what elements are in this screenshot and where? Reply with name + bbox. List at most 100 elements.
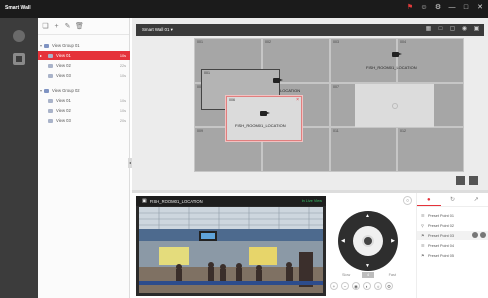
window-controls: ⚑ ☺ ⚙ — □ ✕ [406,4,484,12]
arrow-down-icon[interactable]: ▼ [365,263,370,269]
tab-preset[interactable]: ● [417,193,441,206]
clear-icon[interactable]: ▣ [473,26,480,33]
ptz-speed-control[interactable]: Slow 4 Fast [342,272,396,280]
maximize-icon[interactable]: □ [462,4,470,12]
preset-item[interactable]: ☰ Preset Point 04 [417,241,488,250]
tree-row-label: View 03 [56,73,71,78]
preset-item[interactable]: ☰ Preset Point 01 [417,211,488,220]
delete-icon[interactable]: 🗑 [75,23,84,30]
tree-view-row[interactable]: View 03 20s [38,116,130,125]
smart-wall-icon[interactable] [13,53,25,65]
screen-layout-icon[interactable]: ▦ [425,26,432,33]
preset-label: Preset Point 02 [428,223,454,228]
focus-icon[interactable]: ◉ [352,282,360,290]
arrow-right-icon[interactable]: ▶ [391,238,395,244]
iris-icon[interactable]: ◐ [363,282,371,290]
tree-row-meta: 10s [119,108,126,113]
ptz-direction-wheel[interactable]: ▲ ▼ ◀ ▶ [338,211,398,271]
set-preset-icon[interactable] [480,232,486,238]
live-view-icon[interactable] [13,30,25,42]
wall-window-active[interactable]: 006 × FISH_ROOM01_LOCATION [226,96,302,141]
zoom-in-icon[interactable]: + [330,282,338,290]
tree-row-label: View Group 01 [52,43,80,48]
zoom-out-icon[interactable]: − [341,282,349,290]
window-label: FISH_ROOM01_LOCATION [366,65,417,70]
preset-item[interactable]: ⚑ Preset Point 03 [417,231,488,240]
grid-layout-icon[interactable] [456,176,465,185]
tree-view-row[interactable]: ▸ View 01 10s [38,51,130,60]
view-icon [48,118,53,123]
folder-icon [44,43,49,48]
arrow-left-icon[interactable]: ◀ [341,238,345,244]
minimize-icon[interactable]: — [448,4,456,12]
preset-item[interactable]: ⚑ Preset Point 05 [417,251,488,260]
lock-icon[interactable]: ◉ [461,26,468,33]
speed-value: 4 [362,272,374,278]
tree-view-row[interactable]: View 01 10s [38,96,130,105]
fullscreen-icon[interactable] [469,176,478,185]
wiper-icon[interactable]: ⚙ [385,282,393,290]
wall-window-selected[interactable] [355,84,434,127]
play-icon: ▸ [39,53,42,58]
wall-window[interactable]: FISH_ROOM01_LOCATION [344,40,462,84]
tree-view-row[interactable]: View 02 22s [38,61,130,70]
preset-actions [472,232,486,238]
lock-icon[interactable]: ○ [403,196,412,205]
tree-row-label: View 01 [56,98,71,103]
wall-name-dropdown[interactable]: Smart Wall 01 ▾ [142,27,173,33]
window-number: 006 [229,98,235,102]
camera-icon [260,111,270,116]
preset-label: Preset Point 01 [428,213,454,218]
view-icon [48,53,53,58]
window-label: FISH_ROOM01_LOCATION [235,123,286,128]
user-icon[interactable]: ☺ [420,4,428,12]
close-icon[interactable]: × [296,97,299,103]
station-scene [139,207,323,293]
preset-icon: ☰ [421,242,425,248]
window-number: 001 [204,71,210,75]
camera-icon [392,52,402,57]
video-camera-icon: ▣ [142,198,147,204]
edit-icon[interactable]: ✎ [64,23,71,30]
app-title: Smart Wall [5,5,31,11]
folder-add-icon[interactable]: ❏ [42,23,49,30]
speed-max-label: Fast [388,273,396,277]
live-status: In Live View [301,199,322,203]
tab-patrol[interactable]: ↻ [441,193,465,206]
wall-screen[interactable]: 011 [330,127,397,172]
close-icon[interactable]: ✕ [476,4,484,12]
ptz-top-buttons: ○ [403,196,412,205]
window-icon[interactable]: ▢ [449,26,456,33]
ptz-function-buttons: + − ◉ ◐ ☼ ⚙ [330,282,393,290]
preset-item[interactable]: ⚲ Preset Point 02 [417,221,488,230]
tree-row-label: View 03 [56,118,71,123]
tree-view-row[interactable]: View 02 10s [38,106,130,115]
tree-group-row[interactable]: ▾ View Group 01 [38,41,130,50]
call-preset-icon[interactable] [472,232,478,238]
tab-pattern[interactable]: ↗ [464,193,488,206]
tree-row-meta: 10s [119,53,126,58]
view-icon [48,108,53,113]
preset-panel: ● ↻ ↗ ☰ Preset Point 01 ⚲ Preset Point 0… [416,193,488,298]
preset-icon: ⚲ [421,222,424,228]
left-navigation [0,18,38,298]
alarm-icon[interactable]: ⚑ [406,4,414,12]
window-label: LOCATION [280,88,301,93]
display-icon[interactable]: □ [437,26,444,33]
light-icon[interactable]: ☼ [374,282,382,290]
arrow-up-icon[interactable]: ▲ [365,213,370,219]
wall-screen[interactable]: 012 [397,127,464,172]
camera-feed-image[interactable] [139,207,323,293]
tree-view-row[interactable]: View 03 10s [38,71,130,80]
tree-toolbar: ❏ + ✎ 🗑 [38,18,129,35]
ptz-center-button[interactable] [362,235,374,247]
wall-footer-controls [456,176,478,185]
tree-row-meta: 20s [119,118,126,123]
view-tree-panel: ❏ + ✎ 🗑 ▾ View Group 01 ▸ View 01 10s Vi… [38,18,130,298]
preview-header: ▣ FISH_ROOM01_LOCATION In Live View [136,196,326,206]
add-icon[interactable]: + [53,23,60,30]
settings-icon[interactable]: ⚙ [434,4,442,12]
speed-min-label: Slow [342,273,351,277]
tree-group-row[interactable]: ▾ View Group 02 [38,86,130,95]
preset-icon: ⚑ [421,252,425,258]
